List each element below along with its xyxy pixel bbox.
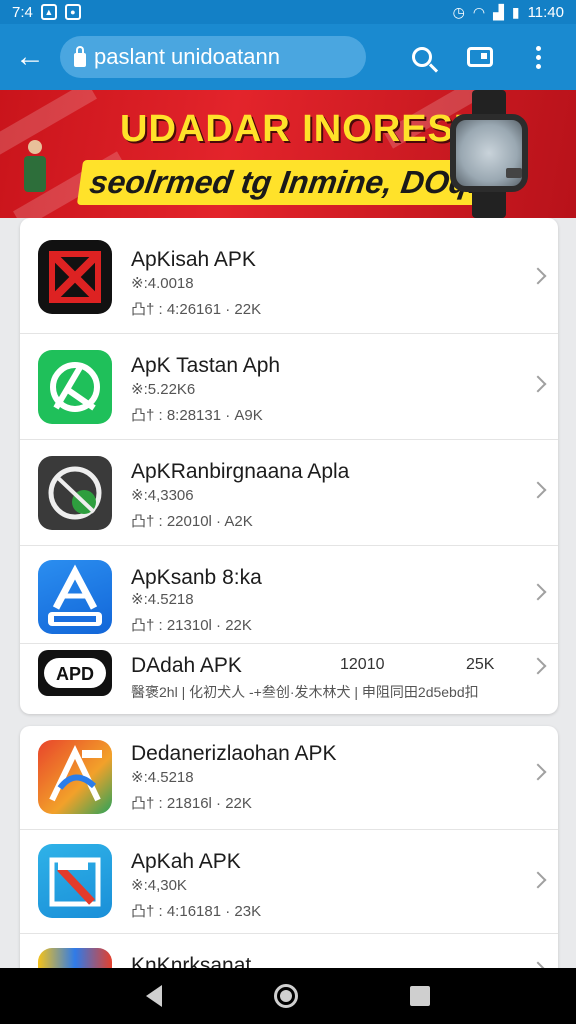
list-item[interactable]: ApK Tastan Aph ※:5.22K6 凸† : 8:28131 · A… <box>20 334 558 440</box>
chevron-right-icon <box>529 763 547 781</box>
list-item[interactable]: ApKah APK ※:4,30K 凸† : 4:16181 · 23K <box>20 830 558 934</box>
list-item[interactable]: APD DAdah APK 12010 25K 醫褒2hl | 化初犬人 -+叁… <box>20 644 558 714</box>
banner-title: UDADAR INORESI <box>120 108 466 150</box>
app-size: ※:4.5218 <box>131 591 194 608</box>
list-item[interactable]: ApKRanbirgnaana Apla ※:4,3306 凸† : 22010… <box>20 440 558 546</box>
app-meta: 醫褒2hl | 化初犬人 -+叁创·发木林犬 | 申阻同田2d5ebd扣 <box>131 684 479 700</box>
nav-back-button[interactable] <box>146 985 162 1007</box>
app-name: Dedanerizlaohan APK <box>131 742 337 765</box>
app-size: ※:4,30K <box>131 877 187 894</box>
nav-home-button[interactable] <box>274 984 298 1008</box>
lock-icon <box>74 45 86 67</box>
app-size: ※:4.0018 <box>131 275 194 292</box>
app-icon <box>38 350 112 424</box>
app-meta: 凸† : 21816l · 22K <box>131 795 252 812</box>
app-name: ApKRanbirgnaana Apla <box>131 460 350 483</box>
app-list-card: ApKisah APK ※:4.0018 凸† : 4:26161 · 22K … <box>20 218 558 714</box>
banner-subtitle: seolrmed tg Inmine, DOq! <box>76 160 493 205</box>
list-item[interactable]: Dedanerizlaohan APK ※:4.5218 凸† : 21816l… <box>20 726 558 830</box>
chevron-right-icon <box>529 481 547 499</box>
chevron-right-icon <box>529 375 547 393</box>
search-button[interactable] <box>404 39 440 75</box>
square-recents-icon <box>410 986 430 1006</box>
app-bar: ← paslant unidoatann <box>0 24 576 90</box>
banner-figure-image <box>20 140 50 200</box>
tabs-icon <box>467 47 493 67</box>
app-meta: 凸† : 22010l · A2K <box>131 513 253 530</box>
arrow-back-icon: ← <box>15 40 45 73</box>
chevron-right-icon <box>529 267 547 285</box>
back-button[interactable]: ← <box>10 37 50 77</box>
system-nav-bar <box>0 968 576 1024</box>
app-name: ApKah APK <box>131 850 241 873</box>
chevron-right-icon <box>529 583 547 601</box>
promo-banner[interactable]: UDADAR INORESI seolrmed tg Inmine, DOq! <box>0 90 576 218</box>
app-meta: 凸† : 4:26161 · 22K <box>131 301 262 318</box>
tabs-button[interactable] <box>462 39 498 75</box>
url-text: paslant unidoatann <box>94 44 280 69</box>
battery-icon: ▮ <box>511 4 520 20</box>
app-size: ※:4,3306 <box>131 487 194 504</box>
app-name: ApKsanb 8:ka <box>131 566 262 589</box>
url-field[interactable]: paslant unidoatann <box>60 36 366 78</box>
app-size: ※:4.5218 <box>131 769 194 786</box>
app-name: DAdah APK <box>131 654 242 677</box>
app-name: ApK Tastan Aph <box>131 354 281 377</box>
app-icon <box>38 740 112 814</box>
app-name: ApKisah APK <box>131 248 256 271</box>
status-time-right: 11:40 <box>527 3 564 21</box>
more-menu-button[interactable] <box>520 39 556 75</box>
app-icon: APD <box>38 650 112 696</box>
svg-text:APD: APD <box>56 664 94 684</box>
app-list-card: Dedanerizlaohan APK ※:4.5218 凸† : 21816l… <box>20 726 558 968</box>
more-vertical-icon <box>535 45 541 69</box>
list-item[interactable]: KnKnrksanat <box>20 934 558 968</box>
nav-recents-button[interactable] <box>410 986 430 1006</box>
app-meta: 凸† : 8:28131 · A9K <box>131 407 263 424</box>
status-bar: 7:4 ▲ ● ◷ ◠ ▟ ▮ 11:40 <box>0 0 576 24</box>
triangle-back-icon <box>146 985 162 1007</box>
watch-image <box>444 90 534 218</box>
search-icon <box>412 47 432 67</box>
signal-icon: ▟ <box>493 4 504 20</box>
image-notification-icon: ▲ <box>40 4 57 20</box>
app-list: ApKisah APK ※:4.0018 凸† : 4:26161 · 22K … <box>0 218 576 968</box>
app-size: ※:5.22K6 <box>131 381 196 398</box>
app-number: 12010 <box>340 656 385 673</box>
app-icon <box>38 560 112 634</box>
app-notification-icon: ● <box>64 4 81 20</box>
app-icon <box>38 844 112 918</box>
wifi-icon: ◠ <box>472 4 486 20</box>
app-meta: 凸† : 21310l · 22K <box>131 617 252 634</box>
app-icon <box>38 948 112 968</box>
app-meta: 凸† : 4:16181 · 23K <box>131 903 262 920</box>
circle-home-icon <box>274 984 298 1008</box>
app-count: 25K <box>466 656 495 673</box>
app-name: KnKnrksanat <box>131 954 252 968</box>
chevron-right-icon <box>529 871 547 889</box>
list-item[interactable]: ApKsanb 8:ka ※:4.5218 凸† : 21310l · 22K <box>20 546 558 644</box>
alarm-icon: ◷ <box>452 4 465 20</box>
list-item[interactable]: ApKisah APK ※:4.0018 凸† : 4:26161 · 22K <box>20 218 558 334</box>
app-icon <box>38 456 112 530</box>
chevron-right-icon <box>529 657 547 675</box>
app-icon <box>38 240 112 314</box>
status-time-left: 7:4 <box>12 3 33 21</box>
